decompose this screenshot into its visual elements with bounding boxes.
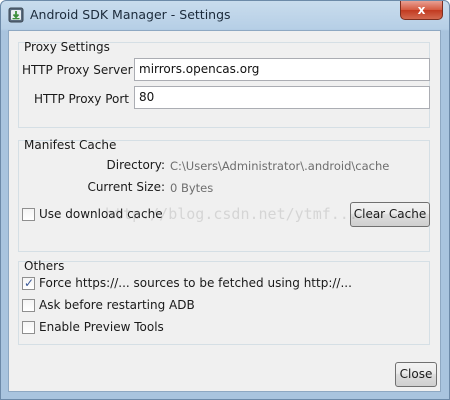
window-close-button[interactable]: x	[400, 1, 443, 20]
force-http-label[interactable]: Force https://... sources to be fetched …	[39, 276, 352, 290]
others-title: Others	[24, 259, 65, 273]
http-proxy-server-input[interactable]: mirrors.opencas.org	[134, 58, 430, 81]
directory-value: C:\Users\Administrator\.android\cache	[170, 159, 390, 173]
dialog-content: Proxy Settings HTTP Proxy Server mirrors…	[8, 30, 441, 392]
proxy-settings-title: Proxy Settings	[24, 40, 110, 54]
title-bar[interactable]: Android SDK Manager - Settings x	[1, 1, 449, 29]
download-arrow-icon	[8, 7, 24, 23]
enable-preview-tools-label[interactable]: Enable Preview Tools	[39, 320, 164, 334]
current-size-label: Current Size:	[87, 180, 165, 194]
enable-preview-tools-checkbox[interactable]	[22, 321, 35, 334]
http-proxy-port-input[interactable]: 80	[134, 86, 430, 109]
settings-window: Android SDK Manager - Settings x Proxy S…	[0, 0, 450, 400]
clear-cache-button[interactable]: Clear Cache	[350, 202, 430, 227]
proxy-settings-group: Proxy Settings	[18, 40, 430, 128]
use-download-cache-checkbox[interactable]	[22, 208, 35, 221]
close-button[interactable]: Close	[395, 362, 437, 387]
manifest-cache-group: Manifest Cache	[18, 138, 430, 252]
force-http-checkbox[interactable]: ✓	[22, 276, 35, 290]
ask-before-restart-adb-checkbox[interactable]	[22, 299, 35, 312]
ask-before-restart-adb-label[interactable]: Ask before restarting ADB	[39, 298, 195, 312]
http-proxy-server-label: HTTP Proxy Server	[22, 63, 133, 77]
use-download-cache-label[interactable]: Use download cache	[39, 207, 163, 221]
manifest-cache-title: Manifest Cache	[24, 138, 117, 152]
http-proxy-port-label: HTTP Proxy Port	[34, 92, 129, 106]
close-icon: x	[417, 3, 426, 17]
window-title: Android SDK Manager - Settings	[30, 7, 231, 22]
checkmark-icon: ✓	[24, 276, 35, 290]
directory-label: Directory:	[106, 158, 165, 172]
current-size-value: 0 Bytes	[170, 181, 214, 195]
